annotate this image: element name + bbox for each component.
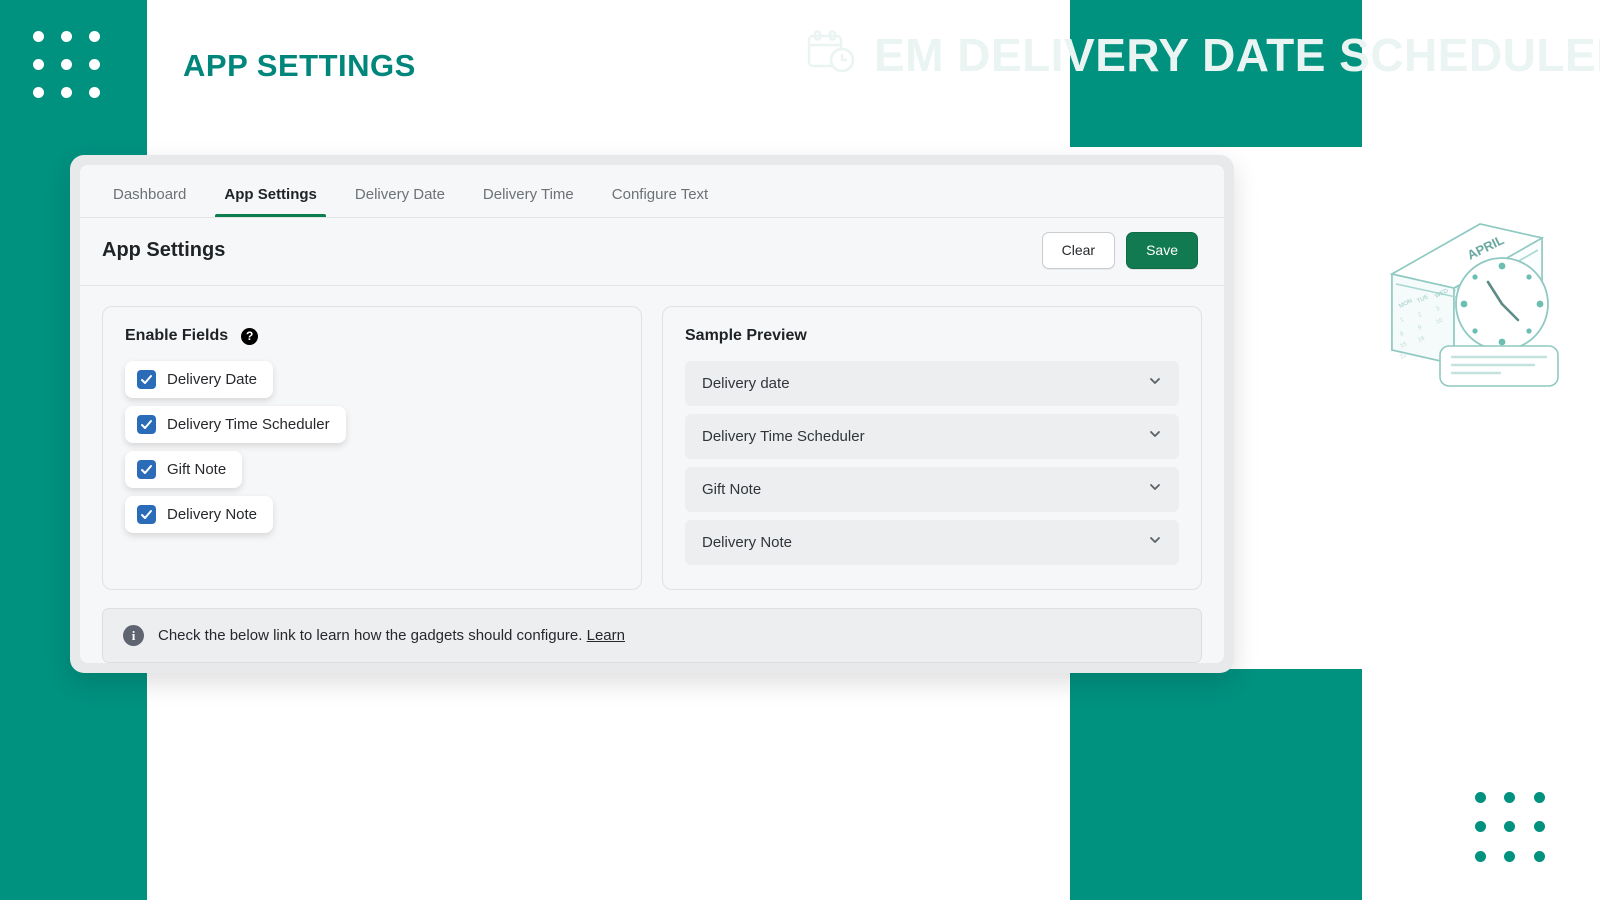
checkbox-checked-icon[interactable] — [137, 460, 156, 479]
preview-row-delivery-date[interactable]: Delivery date — [685, 361, 1179, 406]
dot — [33, 87, 44, 98]
enable-fields-panel: Enable Fields ? Delivery Date — [102, 306, 642, 590]
tab-delivery-time[interactable]: Delivery Time — [464, 187, 593, 217]
chevron-down-icon[interactable] — [1148, 427, 1162, 446]
help-icon[interactable]: ? — [241, 328, 258, 345]
preview-row-delivery-note[interactable]: Delivery Note — [685, 520, 1179, 565]
save-button[interactable]: Save — [1126, 232, 1198, 269]
panels-row: Enable Fields ? Delivery Date — [102, 306, 1202, 590]
enable-field-gift-note[interactable]: Gift Note — [125, 451, 242, 488]
decor-dot-grid-top-left — [24, 22, 108, 106]
dot — [1504, 851, 1515, 862]
info-banner-text: Check the below link to learn how the ga… — [158, 627, 625, 644]
enable-field-label: Delivery Date — [167, 371, 257, 388]
tab-configure-text[interactable]: Configure Text — [593, 187, 727, 217]
enable-field-label: Gift Note — [167, 461, 226, 478]
enable-field-delivery-note[interactable]: Delivery Note — [125, 496, 273, 533]
dot — [33, 59, 44, 70]
enable-field-label: Delivery Note — [167, 506, 257, 523]
dot — [1534, 821, 1545, 832]
checkbox-checked-icon[interactable] — [137, 370, 156, 389]
dot — [1504, 821, 1515, 832]
preview-row-gift-note[interactable]: Gift Note — [685, 467, 1179, 512]
dot — [1475, 821, 1486, 832]
enable-field-delivery-time-scheduler[interactable]: Delivery Time Scheduler — [125, 406, 346, 443]
calendar-clock-icon — [806, 30, 856, 81]
sample-preview-list: Delivery date Delivery Time Scheduler — [685, 361, 1179, 565]
dot — [89, 31, 100, 42]
dot — [1475, 851, 1486, 862]
dot — [61, 31, 72, 42]
dot — [89, 59, 100, 70]
chevron-down-icon[interactable] — [1148, 533, 1162, 552]
sample-preview-header: Sample Preview — [685, 327, 1179, 345]
settings-body: Enable Fields ? Delivery Date — [80, 286, 1224, 663]
enable-field-delivery-date[interactable]: Delivery Date — [125, 361, 273, 398]
dot — [61, 87, 72, 98]
info-banner-message: Check the below link to learn how the ga… — [158, 627, 582, 644]
decor-block-right-bottom — [1070, 669, 1362, 900]
settings-modal-inner: Dashboard App Settings Delivery Date Del… — [80, 165, 1224, 663]
dot — [1475, 792, 1486, 803]
dot — [1504, 792, 1515, 803]
dot — [1534, 792, 1545, 803]
info-banner: i Check the below link to learn how the … — [102, 608, 1202, 663]
decor-dot-grid-bottom-right — [1466, 783, 1554, 871]
decor-block-right-top — [1070, 0, 1362, 147]
learn-link[interactable]: Learn — [587, 627, 625, 644]
preview-row-label: Delivery Time Scheduler — [702, 428, 865, 445]
settings-modal: Dashboard App Settings Delivery Date Del… — [70, 155, 1234, 673]
tab-app-settings[interactable]: App Settings — [205, 187, 336, 217]
dot — [33, 31, 44, 42]
section-header: App Settings Clear Save — [80, 218, 1224, 286]
clear-button[interactable]: Clear — [1042, 232, 1115, 269]
tab-dashboard[interactable]: Dashboard — [94, 187, 205, 217]
checkbox-checked-icon[interactable] — [137, 415, 156, 434]
sample-preview-panel: Sample Preview Delivery date Delivery Ti… — [662, 306, 1202, 590]
dot — [1534, 851, 1545, 862]
tab-delivery-date[interactable]: Delivery Date — [336, 187, 464, 217]
preview-row-label: Gift Note — [702, 481, 761, 498]
dot — [89, 87, 100, 98]
info-icon: i — [123, 625, 144, 646]
preview-row-delivery-time-scheduler[interactable]: Delivery Time Scheduler — [685, 414, 1179, 459]
preview-row-label: Delivery date — [702, 375, 790, 392]
enable-field-label: Delivery Time Scheduler — [167, 416, 330, 433]
calendar-clock-illustration: APRIL MON TUE WED THU FRI SAT SUN 1 8 15… — [1382, 196, 1572, 396]
enable-fields-title: Enable Fields — [125, 327, 228, 345]
preview-row-label: Delivery Note — [702, 534, 792, 551]
dot — [61, 59, 72, 70]
app-screen: APP SETTINGS EM DELIVERY DATE SCHEDULER — [0, 0, 1600, 900]
enable-fields-list: Delivery Date Delivery Time Scheduler — [125, 361, 619, 533]
tab-bar: Dashboard App Settings Delivery Date Del… — [80, 165, 1224, 218]
page-title: APP SETTINGS — [183, 48, 416, 84]
chevron-down-icon[interactable] — [1148, 374, 1162, 393]
chevron-down-icon[interactable] — [1148, 480, 1162, 499]
enable-fields-header: Enable Fields ? — [125, 327, 619, 345]
section-title: App Settings — [102, 239, 225, 262]
sample-preview-title: Sample Preview — [685, 327, 807, 345]
header-actions: Clear Save — [1042, 232, 1198, 269]
checkbox-checked-icon[interactable] — [137, 505, 156, 524]
